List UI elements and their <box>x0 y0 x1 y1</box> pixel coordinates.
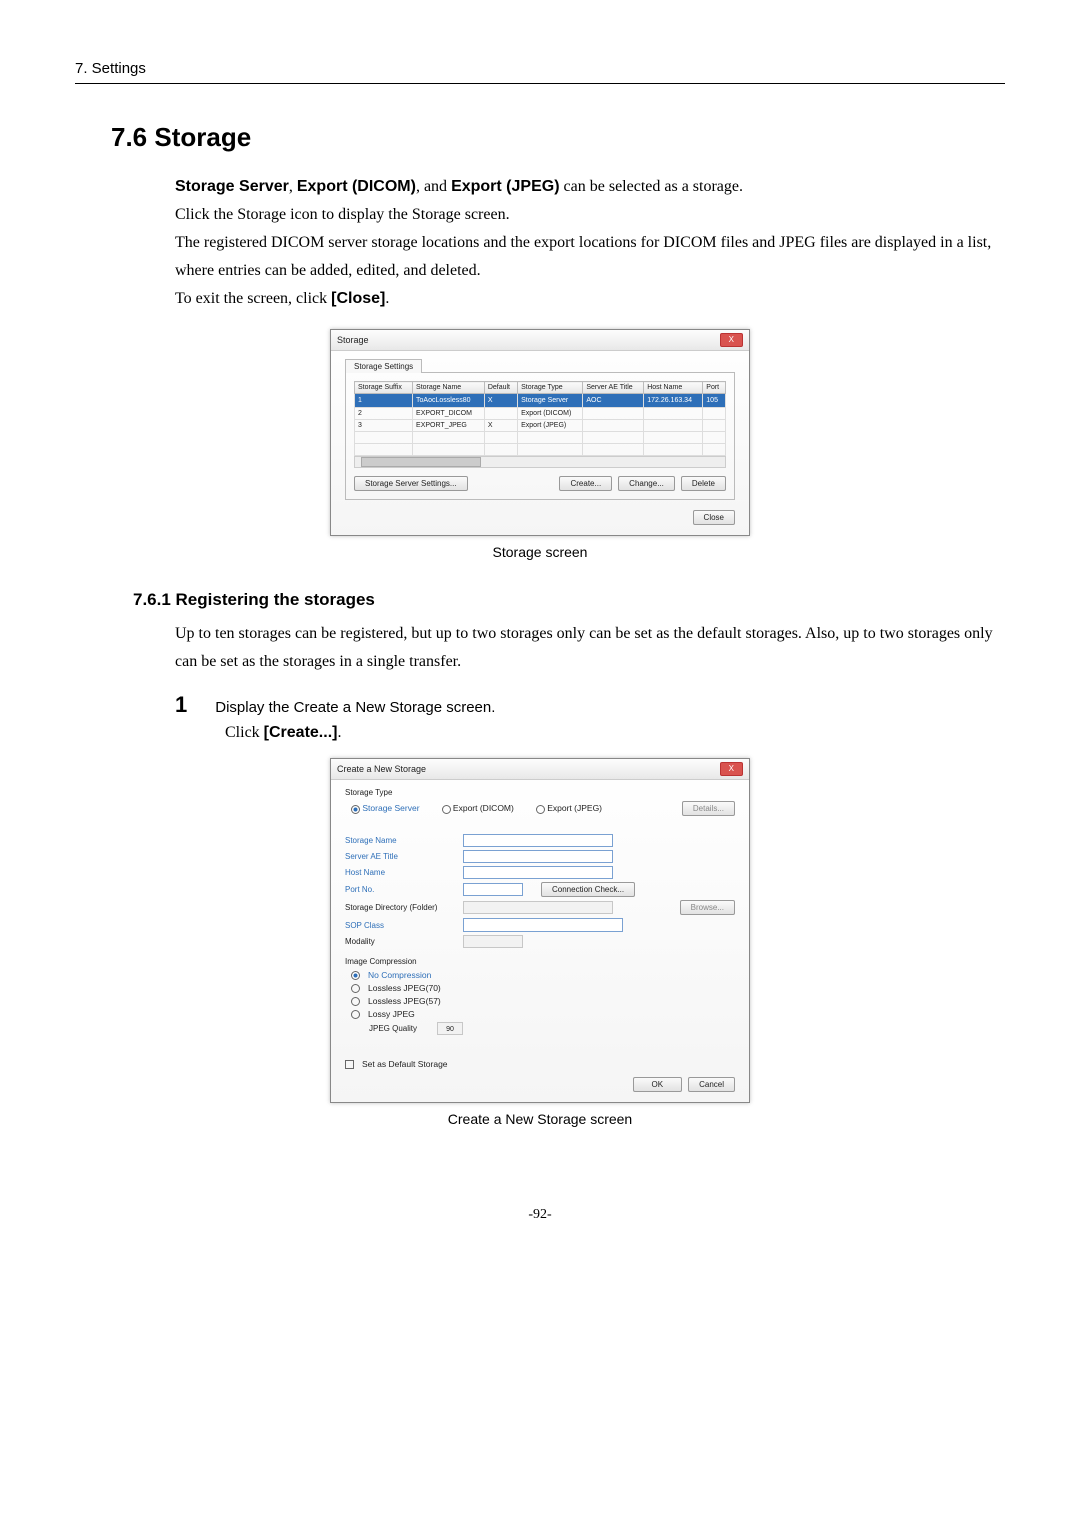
intro-block: Storage Server, Export (DICOM), and Expo… <box>175 173 1005 313</box>
radio-storage-server[interactable] <box>351 805 360 814</box>
col-type: Storage Type <box>518 382 583 394</box>
intro-line3: The registered DICOM server storage loca… <box>175 229 1005 285</box>
scrollbar-horizontal[interactable] <box>354 456 726 468</box>
label-server-ae: Server AE Title <box>345 852 455 861</box>
intro-bold-2: Export (DICOM) <box>297 178 416 195</box>
storage-dialog-title: Storage <box>337 335 369 345</box>
cancel-button[interactable]: Cancel <box>688 1077 735 1092</box>
radio-lossless-57[interactable] <box>351 997 360 1006</box>
close-button[interactable]: Close <box>693 510 735 525</box>
label-jpeg-quality: JPEG Quality <box>369 1024 429 1033</box>
server-ae-input[interactable] <box>463 850 613 863</box>
step-title: Display the Create a New Storage screen. <box>215 699 495 716</box>
close-ref: [Close] <box>331 290 385 307</box>
table-row[interactable]: 1 ToAocLossless80 X Storage Server AOC 1… <box>355 394 726 408</box>
close-icon[interactable]: X <box>720 333 743 347</box>
storage-name-input[interactable] <box>463 834 613 847</box>
section-title: 7.6 Storage <box>111 122 1005 153</box>
radio-export-jpeg[interactable] <box>536 805 545 814</box>
table-row[interactable]: 3 EXPORT_JPEG X Export (JPEG) <box>355 420 726 432</box>
label-storage-name: Storage Name <box>345 836 455 845</box>
label-storage-dir: Storage Directory (Folder) <box>345 903 455 912</box>
compression-header: Image Compression <box>345 957 735 966</box>
chapter-label: 7. Settings <box>75 60 146 77</box>
subsection-body: Up to ten storages can be registered, bu… <box>175 620 1005 676</box>
ok-button[interactable]: OK <box>633 1077 683 1092</box>
label-host-name: Host Name <box>345 868 455 877</box>
col-ae: Server AE Title <box>583 382 644 394</box>
modality-input <box>463 935 523 948</box>
browse-button[interactable]: Browse... <box>680 900 735 915</box>
details-button[interactable]: Details... <box>682 801 735 816</box>
storage-server-settings-button[interactable]: Storage Server Settings... <box>354 476 468 491</box>
storage-type-label: Storage Type <box>345 788 735 797</box>
col-port: Port <box>703 382 726 394</box>
table-row <box>355 432 726 444</box>
intro-bold-3: Export (JPEG) <box>451 178 559 195</box>
create-button[interactable]: Create... <box>559 476 612 491</box>
sop-class-select[interactable] <box>463 918 623 932</box>
tab-storage-settings[interactable]: Storage Settings <box>345 359 422 373</box>
checkbox-default-storage[interactable] <box>345 1060 354 1069</box>
create-screen-caption: Create a New Storage screen <box>75 1111 1005 1127</box>
storage-screen-caption: Storage screen <box>75 544 1005 560</box>
create-storage-dialog: Create a New Storage X Storage Type Stor… <box>330 758 750 1103</box>
port-input[interactable] <box>463 883 523 896</box>
intro-line2: Click the Storage icon to display the St… <box>175 201 1005 229</box>
create-dialog-title: Create a New Storage <box>337 764 426 774</box>
storage-dialog: Storage X Storage Settings Storage Suffi… <box>330 329 750 536</box>
label-sop-class: SOP Class <box>345 921 455 930</box>
create-ref: [Create...] <box>264 724 338 741</box>
table-row <box>355 444 726 456</box>
connection-check-button[interactable]: Connection Check... <box>541 882 635 897</box>
radio-no-compression[interactable] <box>351 971 360 980</box>
radio-lossy-jpeg[interactable] <box>351 1010 360 1019</box>
label-modality: Modality <box>345 937 455 946</box>
table-row[interactable]: 2 EXPORT_DICOM Export (DICOM) <box>355 408 726 420</box>
page-number: -92- <box>75 1207 1005 1223</box>
subsection-title: 7.6.1 Registering the storages <box>133 590 1005 610</box>
page-header: 7. Settings <box>75 60 1005 84</box>
jpeg-quality-input: 90 <box>437 1022 463 1035</box>
label-port-no: Port No. <box>345 885 455 894</box>
storage-dir-input <box>463 901 613 914</box>
radio-lossless-70[interactable] <box>351 984 360 993</box>
host-name-input[interactable] <box>463 866 613 879</box>
col-default: Default <box>484 382 517 394</box>
col-host: Host Name <box>644 382 703 394</box>
radio-export-dicom[interactable] <box>442 805 451 814</box>
change-button[interactable]: Change... <box>618 476 675 491</box>
delete-button[interactable]: Delete <box>681 476 726 491</box>
storage-table: Storage Suffix Storage Name Default Stor… <box>354 381 726 456</box>
scroll-thumb[interactable] <box>361 457 481 467</box>
intro-bold-1: Storage Server <box>175 178 289 195</box>
step-number: 1 <box>175 692 187 718</box>
close-icon[interactable]: X <box>720 762 743 776</box>
col-name: Storage Name <box>413 382 485 394</box>
col-suffix: Storage Suffix <box>355 382 413 394</box>
